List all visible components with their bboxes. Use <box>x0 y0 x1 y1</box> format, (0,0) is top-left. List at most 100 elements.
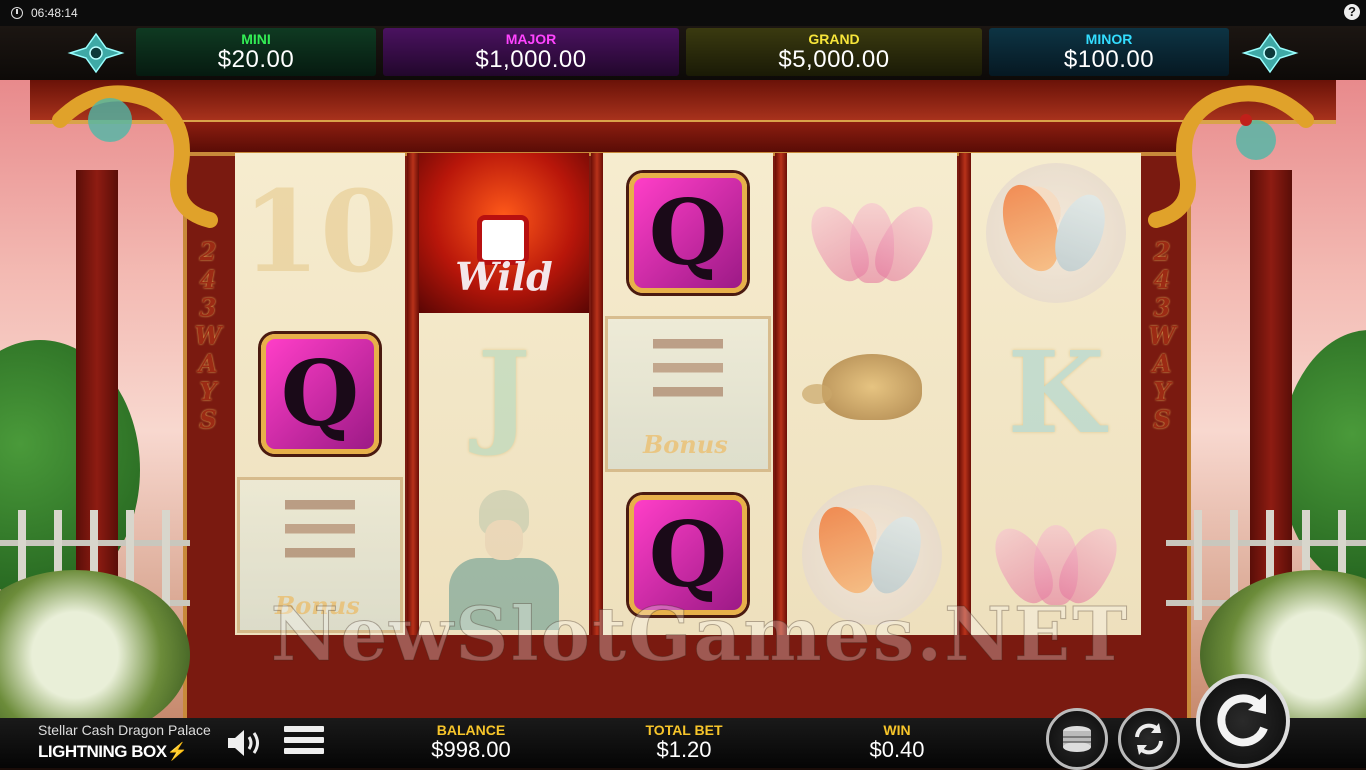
ways-char: S <box>199 405 217 434</box>
total-bet-label: TOTAL BET <box>645 722 723 738</box>
balance-label: BALANCE <box>436 722 506 738</box>
reel-symbol: K <box>971 314 1141 474</box>
help-icon[interactable]: ? <box>1344 4 1360 20</box>
temple-icon <box>653 339 723 419</box>
symbol-queen: Q <box>261 334 379 454</box>
ways-char: 3 <box>1153 293 1171 322</box>
palace-lintel <box>180 122 1186 155</box>
turtle-shell <box>822 354 922 420</box>
jackpot-mini: MINI $20.00 <box>136 28 376 76</box>
turtle-head <box>802 384 832 404</box>
sound-icon[interactable] <box>226 728 266 758</box>
autoplay-icon <box>1135 723 1163 755</box>
ways-char: 4 <box>1153 265 1171 294</box>
ways-char: 2 <box>1153 237 1171 266</box>
clock-time: 06:48:14 <box>31 6 78 20</box>
symbol-lotus <box>981 505 1131 611</box>
ways-char: A <box>1152 349 1172 378</box>
dragon-left-icon <box>52 85 218 228</box>
balance-display: BALANCE $998.00 <box>410 722 532 763</box>
ways-char: S <box>1153 405 1171 434</box>
reel-symbol: Q <box>235 314 405 474</box>
ways-char: W <box>194 321 222 350</box>
ways-label-right: 2 4 3 W A Y S <box>1142 238 1182 434</box>
reel-3: Q Bonus Q <box>603 153 773 635</box>
reel-4 <box>787 153 957 635</box>
total-bet-display[interactable]: TOTAL BET $1.20 <box>622 722 746 763</box>
total-bet-value: $1.20 <box>656 737 712 762</box>
menu-icon[interactable] <box>284 726 324 760</box>
jackpot-minor: MINOR $100.00 <box>989 28 1229 76</box>
jackpot-mini-label: MINI <box>241 31 271 47</box>
provider-logo: LIGHTNING BOX⚡ <box>38 742 188 762</box>
jackpot-grand: GRAND $5,000.00 <box>686 28 982 76</box>
bet-coins-button[interactable] <box>1046 708 1108 770</box>
symbol-wild: Wild <box>419 153 589 313</box>
reel-symbol <box>787 314 957 474</box>
ways-char: A <box>198 349 218 378</box>
watermark: NewSlotGames.NET <box>270 592 1130 679</box>
coins-icon <box>1063 726 1091 752</box>
jackpot-grand-amount: $5,000.00 <box>778 46 890 73</box>
jackpot-major: MAJOR $1,000.00 <box>383 28 679 76</box>
jackpot-mini-amount: $20.00 <box>217 46 295 73</box>
win-label: WIN <box>883 722 911 738</box>
symbol-ten: 10 <box>242 167 398 298</box>
win-display: WIN $0.40 <box>846 722 948 763</box>
jackpot-emblem-right-icon <box>1241 32 1299 74</box>
symbol-king: K <box>1007 328 1105 459</box>
balance-value: $998.00 <box>431 737 511 762</box>
logo-text: LIGHTNING BOX <box>38 742 167 761</box>
symbol-turtle <box>802 344 942 444</box>
clock-icon <box>11 7 23 19</box>
autoplay-button[interactable] <box>1118 708 1180 770</box>
symbol-bonus: Bonus <box>605 316 771 472</box>
reel-symbol: 10 <box>235 153 405 313</box>
reel-divider <box>775 153 787 635</box>
dragon-right-icon <box>1148 85 1314 228</box>
reel-symbol <box>787 153 957 313</box>
spin-icon <box>1217 694 1268 747</box>
jackpot-grand-label: GRAND <box>808 31 860 47</box>
ways-char: 4 <box>199 265 217 294</box>
reel-1: 10 Q Bonus <box>235 153 405 635</box>
reel-divider <box>407 153 419 635</box>
ways-char: Y <box>199 377 217 406</box>
symbol-koi <box>986 163 1126 303</box>
jackpot-major-label: MAJOR <box>505 31 557 47</box>
reel-symbol <box>971 153 1141 313</box>
bonus-text: Bonus <box>643 430 728 459</box>
lightning-bolt-icon: ⚡ <box>166 742 188 761</box>
jackpot-emblem-left-icon <box>67 32 125 74</box>
reel-5: K <box>971 153 1141 635</box>
jackpot-minor-label: MINOR <box>1085 31 1133 47</box>
wild-text: Wild <box>455 254 553 299</box>
win-value: $0.40 <box>869 737 925 762</box>
reel-symbol: Wild <box>419 153 589 313</box>
jackpot-major-amount: $1,000.00 <box>475 46 587 73</box>
reel-divider <box>591 153 603 635</box>
ways-char: W <box>1148 321 1176 350</box>
ways-char: Y <box>1153 377 1171 406</box>
symbol-lotus <box>797 183 947 289</box>
ways-char: 3 <box>199 293 217 322</box>
status-bar: 06:48:14 ? <box>0 0 1366 26</box>
jackpot-minor-amount: $100.00 <box>1063 46 1155 73</box>
reel-divider <box>959 153 971 635</box>
symbol-queen: Q <box>629 173 747 293</box>
ways-char: 2 <box>199 237 217 266</box>
koi-white <box>1045 187 1115 279</box>
symbol-jack: J <box>477 328 531 459</box>
reels: 10 Q Bonus Wild J Q Bonus Q K <box>235 153 1141 635</box>
ways-label-left: 2 4 3 W A Y S <box>188 238 228 434</box>
koi-white <box>861 509 931 601</box>
jackpot-bar: MINI $20.00 MAJOR $1,000.00 GRAND $5,000… <box>0 26 1366 80</box>
temple-icon <box>285 500 355 580</box>
reel-symbol: Bonus <box>603 314 773 474</box>
reel-symbol: Q <box>603 153 773 313</box>
spin-button[interactable] <box>1196 674 1290 768</box>
game-name: Stellar Cash Dragon Palace <box>38 722 211 738</box>
reel-symbol: J <box>419 314 589 474</box>
reel-2: Wild J <box>419 153 589 635</box>
warrior-face <box>485 520 523 560</box>
